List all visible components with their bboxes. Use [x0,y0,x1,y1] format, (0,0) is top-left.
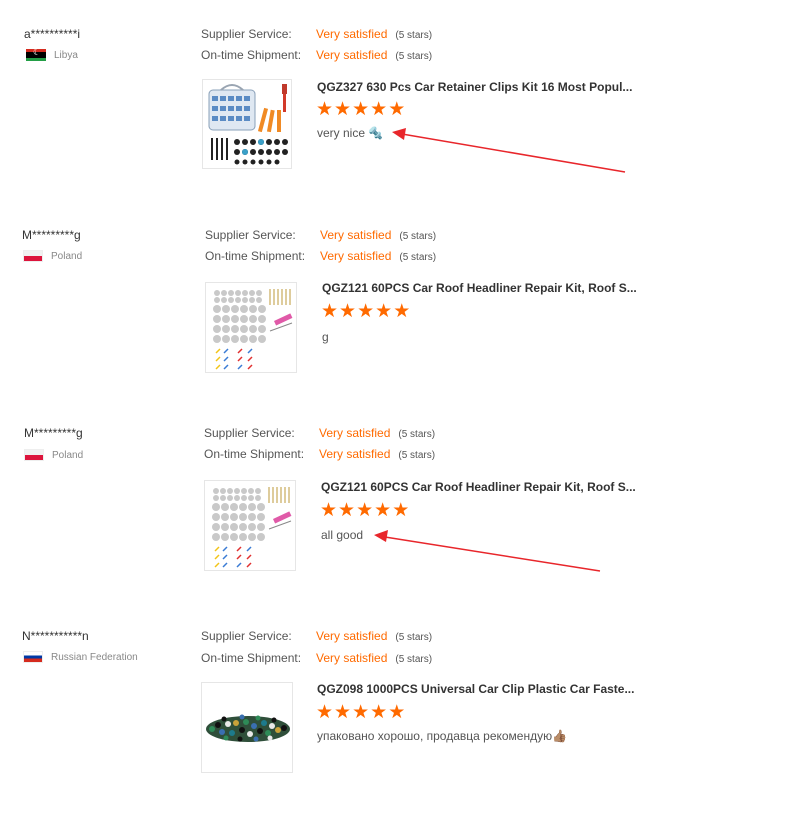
star-icon: ★ [388,702,406,723]
rating-value: Very satisfied [316,651,388,665]
rating-value: Very satisfied [320,249,392,263]
rating-label: Supplier Service: [201,629,292,643]
review-text: упаковано хорошо, продавца рекомендую👍🏽 [317,729,568,743]
rating-label: On-time Shipment: [205,249,306,263]
annotation-arrow [374,530,601,572]
star-icon: ★ [357,301,375,322]
product-thumbnail[interactable] [205,282,297,373]
rating-label: On-time Shipment: [201,651,302,665]
star-icon: ★ [370,702,388,723]
annotation-arrow [392,128,626,173]
star-icon: ★ [375,301,393,322]
buyer-country: Russian Federation [23,651,138,663]
buyer-name: N***********n [22,629,89,643]
star-icon: ★ [334,702,352,723]
review-card: a**********i Libya Supplier Service: Ver… [0,0,800,200]
supplier-service-rating: Supplier Service: Very satisfied (5 star… [205,228,436,242]
rating-note: (5 stars) [395,654,433,665]
review-stars: ★ ★ ★ ★ ★ [321,302,411,321]
shipment-rating: On-time Shipment: Very satisfied (5 star… [201,651,432,665]
buyer-name: M*********g [22,228,81,242]
product-thumbnail[interactable] [201,682,293,773]
star-icon: ★ [393,301,411,322]
star-icon: ★ [316,702,334,723]
product-title-link[interactable]: QGZ098 1000PCS Universal Car Clip Plasti… [317,682,634,696]
review-card: M*********g Poland Supplier Service: Ver… [0,200,800,400]
rating-label: Supplier Service: [205,228,296,242]
review-text: g [322,330,329,344]
country-name: Russian Federation [51,651,138,663]
country-name: Poland [51,250,83,262]
product-title-link[interactable]: QGZ121 60PCS Car Roof Headliner Repair K… [322,281,637,295]
review-card: N***********n Russian Federation Supplie… [0,600,800,825]
review-card: M*********g Poland Supplier Service: Ver… [0,400,800,600]
rating-value: Very satisfied [316,629,388,643]
russia-flag-icon [23,651,43,663]
star-icon: ★ [352,702,370,723]
rating-value: Very satisfied [320,228,392,242]
rating-note: (5 stars) [395,632,433,643]
star-icon: ★ [339,301,357,322]
poland-flag-icon [23,250,43,262]
shipment-rating: On-time Shipment: Very satisfied (5 star… [205,249,436,263]
supplier-service-rating: Supplier Service: Very satisfied (5 star… [201,629,432,643]
star-icon: ★ [321,301,339,322]
buyer-country: Poland [23,250,82,262]
rating-note: (5 stars) [399,231,437,242]
rating-note: (5 stars) [399,252,437,263]
review-stars: ★ ★ ★ ★ ★ [316,703,406,722]
